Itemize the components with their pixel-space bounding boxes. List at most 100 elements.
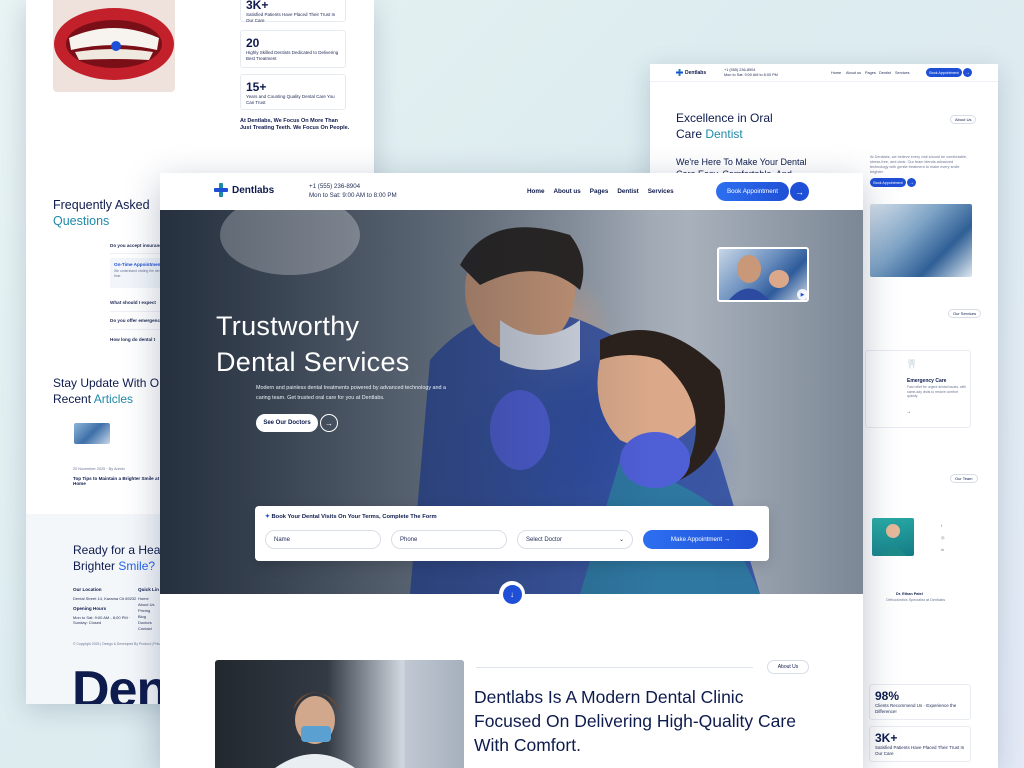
cta-title-line1: Ready for a Hea — [73, 543, 161, 557]
see-our-doctors-button[interactable]: See Our Doctors — [256, 414, 318, 432]
nav-services[interactable]: Services — [895, 71, 910, 75]
section-title-line2: Care — [676, 127, 706, 141]
stat-card: 20 Highly Skilled Dentists Dedicated to … — [240, 30, 346, 68]
stat-card: 15+ Years and Counting Quality Dental Ca… — [240, 74, 346, 110]
main-page-preview: Dentlabs +1 (555) 236-8904 Mon to Sat: 9… — [160, 173, 863, 768]
make-appointment-button[interactable]: Make Appointment → — [643, 530, 758, 549]
footer-hours-text: Mon to Sat: 9:00 AM - 8:00 PM · Sunday: … — [73, 615, 131, 625]
service-card[interactable]: 🦷 Emergency Care Fast relief for urgent … — [865, 350, 971, 428]
name-input-placeholder: Name — [274, 536, 291, 543]
arrow-right-icon[interactable]: → — [907, 178, 916, 187]
article-title[interactable]: Top Tips to Maintain a Brighter Smile at… — [73, 476, 163, 486]
hero-subtitle: Modern and painless dental treatments po… — [256, 385, 446, 401]
nav-home[interactable]: Home — [831, 71, 841, 75]
social-links[interactable]: f ◎ in — [941, 520, 945, 556]
footer-link[interactable]: Contact — [138, 626, 152, 631]
divider — [476, 667, 753, 668]
logo-cross-icon — [214, 183, 228, 197]
nav-services[interactable]: Services — [648, 188, 674, 195]
video-thumbnail[interactable]: ▶ — [717, 247, 809, 302]
footer-hours-title: Opening Hours — [73, 606, 107, 611]
header: Dentlabs +1 (555) 236-8904 Mon to Sat: 9… — [650, 64, 998, 82]
arrow-right-icon: → — [723, 536, 731, 543]
services-pill: Our Services — [948, 309, 982, 318]
stat-value: 15+ — [246, 80, 267, 94]
scroll-down-button[interactable]: ↓ — [499, 581, 525, 607]
nav-about[interactable]: About us — [554, 188, 581, 195]
articles-title-accent: Articles — [93, 392, 134, 406]
focus-text: At Dentlabs, We Focus On More Than Just … — [240, 118, 350, 131]
smile-image — [53, 0, 175, 92]
nav-about[interactable]: About us — [846, 71, 861, 75]
nav-pages[interactable]: Pages — [590, 188, 609, 195]
arrow-right-icon[interactable]: → — [320, 414, 338, 432]
articles-title-line1: Stay Update With O — [53, 376, 160, 390]
arrow-right-icon[interactable]: → — [906, 409, 911, 415]
header-phone[interactable]: +1 (555) 236-8904 — [309, 182, 397, 191]
footer-link[interactable]: Doctors — [138, 620, 152, 625]
logo[interactable]: Dentlabs — [676, 69, 706, 76]
hero-title-line2: Dental Services — [216, 347, 410, 377]
chevron-down-icon: ⌄ — [618, 537, 624, 543]
logo-text: Dentlabs — [685, 69, 707, 76]
book-appointment-button-small[interactable]: Book Appointment — [870, 178, 906, 187]
header-hours: Mon to Sat: 9:00 AM to 8:00 PM — [309, 192, 397, 199]
faq-title-line1: Frequently Asked — [53, 198, 150, 212]
cta-title-line2: Brighter — [73, 559, 119, 573]
footer-location-text: Dental Street 14, Karama Cit 89232 — [73, 596, 137, 601]
header-phone: +1 (555) 236-8904 — [724, 68, 756, 72]
section-title: Excellence in Oral Care Dentist — [676, 110, 773, 142]
header-contact: +1 (555) 236-8904 Mon to Sat: 9:00 AM to… — [309, 182, 397, 200]
video-preview — [729, 255, 789, 300]
footer-links-title: Quick Lin — [138, 587, 159, 592]
doctor-select-value: Select Doctor — [526, 536, 563, 543]
nav-home[interactable]: Home — [527, 188, 545, 195]
phone-input-placeholder: Phone — [400, 536, 418, 543]
form-title-text: Book Your Dental Visits On Your Terms, C… — [271, 514, 437, 520]
stat-value: 3K+ — [246, 0, 269, 12]
doctor-name: Dr. Ethan Patel — [896, 592, 923, 596]
name-input[interactable]: Name — [265, 530, 381, 549]
footer-link[interactable]: About Us — [138, 602, 154, 607]
stat-label: Years and Counting Quality Dental Care Y… — [246, 94, 335, 105]
about-image — [215, 660, 464, 768]
hero-title: Trustworthy Dental Services — [216, 308, 410, 380]
stat-card: 3K+ Satisfied Patients Have Placed Their… — [240, 0, 346, 23]
about-us-pill: About Us — [767, 660, 809, 674]
arrow-right-icon[interactable]: → — [790, 182, 809, 201]
stat-card: 3K+ Satisfied Patients Have Placed Their… — [869, 726, 971, 762]
stat-label: Satisfied Patients Have Placed Their Tru… — [246, 12, 336, 23]
logo[interactable]: Dentlabs — [214, 183, 274, 197]
nav-dentist[interactable]: Dentist — [617, 188, 638, 195]
nav-dentist[interactable]: Dentist — [879, 71, 891, 75]
footer-link[interactable]: Pricing — [138, 608, 150, 613]
team-pill: Our Team — [950, 474, 978, 483]
footer-brand-wordmark: Den — [72, 661, 168, 704]
about-heading: Dentlabs Is A Modern Dental Clinic Focus… — [474, 687, 796, 755]
footer-link[interactable]: Home — [138, 596, 149, 601]
footer-link[interactable]: Blog — [138, 614, 146, 619]
stat-value: 20 — [246, 36, 260, 50]
play-icon[interactable]: ▶ — [797, 289, 808, 300]
hero-title-line1: Trustworthy — [216, 311, 360, 341]
form-title: ✦ Book Your Dental Visits On Your Terms,… — [265, 514, 437, 520]
article-thumbnail[interactable] — [74, 423, 110, 444]
phone-input[interactable]: Phone — [391, 530, 507, 549]
arrow-right-icon[interactable]: → — [963, 68, 972, 77]
hero-section: Trustworthy Dental Services Modern and p… — [160, 210, 863, 594]
logo-cross-icon — [676, 69, 683, 76]
logo-text: Dentlabs — [232, 184, 275, 196]
header-hours: Mon to Sat: 9:00 AM to 8:00 PM — [724, 73, 778, 77]
about-body: At Dentlabs, we believe every visit shou… — [870, 155, 968, 174]
book-appointment-button[interactable]: Book Appointment — [926, 68, 962, 77]
book-appointment-button[interactable]: Book Appointment — [716, 182, 789, 201]
stat-label: Highly Skilled Dentists Dedicated to Del… — [246, 50, 339, 61]
section-title-accent: Dentist — [705, 127, 743, 141]
nav-pages[interactable]: Pages — [865, 71, 876, 75]
cta-title: Ready for a Hea Brighter Smile? — [73, 542, 160, 574]
doctor-select[interactable]: Select Doctor ⌄ — [517, 530, 633, 549]
articles-title: Stay Update With O Recent Articles — [53, 375, 159, 407]
stat-value: 98% — [875, 689, 900, 703]
stat-label: Clients Recommend Us · Experience the Di… — [875, 703, 957, 714]
footer-location-title: Our Location — [73, 587, 102, 592]
